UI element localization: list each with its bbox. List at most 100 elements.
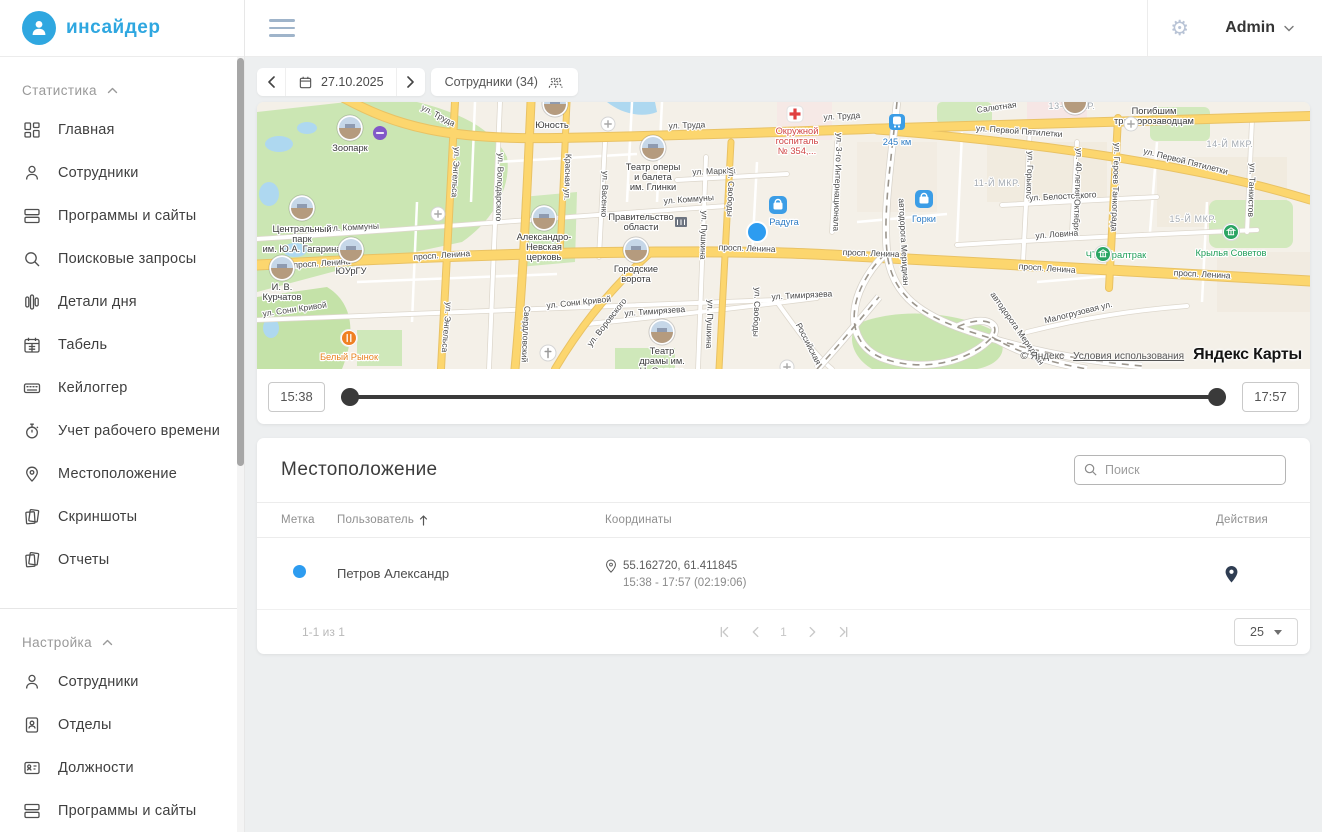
map-poi-plus[interactable] [431, 207, 445, 221]
last-page-button[interactable] [832, 620, 856, 644]
sidebar-item-label: Программы и сайты [58, 803, 196, 819]
badge-icon [22, 758, 42, 778]
next-day-button[interactable] [397, 68, 425, 96]
map-poi-photo[interactable] [649, 319, 675, 345]
map-poi-rail[interactable] [889, 114, 905, 130]
pagination-bar: 1-1 из 1 1 25 [257, 610, 1310, 654]
sidebar-section-header[interactable]: Статистика [0, 57, 244, 108]
sort-asc-icon [419, 515, 428, 526]
location-table-card: Местоположение Метка Пользователь Коорд [257, 438, 1310, 654]
map-poi-plus[interactable] [1124, 117, 1138, 131]
map-poi-mall[interactable] [915, 190, 933, 208]
date-navigator: 27.10.2025 [257, 68, 425, 96]
map-poi-church[interactable] [540, 345, 556, 361]
prev-page-button[interactable] [744, 620, 768, 644]
map-poi-photo[interactable] [531, 205, 557, 231]
user-menu[interactable]: Admin [1211, 0, 1322, 56]
chevron-up-icon [102, 639, 113, 646]
sidebar-item[interactable]: Детали дня [0, 280, 244, 323]
yandex-map-canvas[interactable]: ул. Трудаул. Трудаул. Трудаул. Первой Пя… [257, 102, 1310, 369]
map-label: Юность [535, 120, 569, 130]
map-poi-green[interactable] [1223, 224, 1240, 241]
time-end-input[interactable]: 17:57 [1242, 382, 1299, 412]
column-header-coordinates[interactable]: Координаты [605, 514, 1176, 526]
map-poi-mall[interactable] [769, 196, 787, 214]
next-page-button[interactable] [800, 620, 824, 644]
idcard-icon [22, 715, 42, 735]
brand-logo-icon [22, 11, 56, 45]
sidebar-scrollbar-thumb[interactable] [237, 58, 244, 466]
map-poi-plus[interactable] [601, 117, 615, 131]
show-on-map-button[interactable] [1224, 565, 1239, 583]
map[interactable]: ул. Трудаул. Трудаул. Трудаул. Первой Пя… [257, 102, 1310, 369]
map-terms-link[interactable]: Условия использования [1073, 351, 1184, 362]
content: 27.10.2025 Сотрудники (34) ул. Трудаул. … [245, 57, 1322, 832]
search-box [1074, 455, 1286, 485]
map-label: 11-Й МКР. [974, 177, 1020, 188]
sidebar-item-label: Местоположение [58, 466, 177, 482]
first-page-button[interactable] [712, 620, 736, 644]
date-display[interactable]: 27.10.2025 [285, 68, 397, 96]
yandex-maps-logo[interactable]: Яндекс Карты [1193, 346, 1302, 364]
sidebar-item[interactable]: Главная [0, 108, 244, 151]
time-range-slider[interactable] [341, 387, 1226, 407]
sidebar-item[interactable]: Сотрудники [0, 660, 244, 703]
map-label: 245 км [883, 137, 912, 147]
sidebar-item[interactable]: Табель [0, 323, 244, 366]
table-row[interactable]: Петров Александр55.162720, 61.41184515:3… [257, 538, 1310, 610]
map-poi-photo[interactable] [337, 115, 363, 141]
sidebar-item[interactable]: Должности [0, 746, 244, 789]
sidebar-section-label: Статистика [22, 83, 97, 98]
sidebar-section-label: Настройка [22, 635, 92, 650]
slider-handle-start[interactable] [341, 388, 359, 406]
sidebar-item-label: Детали дня [58, 294, 137, 310]
settings-gear-icon[interactable]: ⚙ [1170, 18, 1189, 39]
sidebar-item[interactable]: Учет рабочего времени [0, 409, 244, 452]
prev-day-button[interactable] [257, 68, 285, 96]
row-coordinates: 55.162720, 61.411845 [623, 560, 737, 572]
column-header-mark[interactable]: Метка [281, 514, 337, 526]
map-poi-plus[interactable] [780, 360, 794, 369]
map-poi-photo[interactable] [338, 237, 364, 263]
employees-filter-button[interactable]: Сотрудники (34) [431, 68, 578, 96]
calendar-icon [298, 75, 313, 90]
map-poi-photo[interactable] [640, 135, 666, 161]
map-poi-photo[interactable] [289, 195, 315, 221]
sidebar-section-header[interactable]: Настройка [0, 609, 244, 660]
slider-handle-end[interactable] [1208, 388, 1226, 406]
grid-icon [22, 120, 42, 140]
map-label: Окружнойгоспиталь№ 354,... [776, 126, 819, 156]
map-poi-market[interactable] [341, 330, 358, 347]
sidebar-item[interactable]: Сотрудники [0, 151, 244, 194]
page-title: Местоположение [281, 459, 437, 481]
map-label: Красная ул. [562, 154, 574, 201]
search-input[interactable] [1074, 455, 1286, 485]
map-poi-photo[interactable] [269, 255, 295, 281]
map-poi-gov[interactable] [675, 217, 687, 227]
sidebar-item[interactable]: Отделы [0, 703, 244, 746]
map-poi-hospital[interactable] [787, 106, 803, 122]
map-poi-metro[interactable] [373, 126, 387, 140]
sidebar-item[interactable]: Отчеты [0, 538, 244, 581]
employee-location-dot[interactable] [747, 222, 767, 242]
map-label: ул. Пушкина [704, 300, 716, 349]
sidebar-nav: СтатистикаГлавнаяСотрудникиПрограммы и с… [0, 57, 244, 832]
app: инсайдер СтатистикаГлавнаяСотрудникиПрог… [0, 0, 1322, 832]
sidebar-item[interactable]: Местоположение [0, 452, 244, 495]
sidebar-item[interactable]: Программы и сайты [0, 789, 244, 832]
sidebar-item-label: Отчеты [58, 552, 109, 568]
search-icon [22, 249, 42, 269]
map-poi-photo[interactable] [623, 237, 649, 263]
page-size-select[interactable]: 25 [1234, 618, 1298, 646]
sidebar-item[interactable]: Программы и сайты [0, 194, 244, 237]
sidebar-item[interactable]: Поисковые запросы [0, 237, 244, 280]
menu-toggle-button[interactable] [265, 15, 299, 41]
column-header-user[interactable]: Пользователь [337, 514, 605, 526]
logo[interactable]: инсайдер [0, 0, 244, 57]
sidebar-item[interactable]: Кейлоггер [0, 366, 244, 409]
map-poi-green[interactable] [1095, 246, 1112, 263]
time-start-input[interactable]: 15:38 [268, 382, 325, 412]
map-attribution: © Яндекс Условия использования Яндекс Ка… [1020, 346, 1302, 364]
slider-track[interactable] [341, 395, 1226, 399]
sidebar-item[interactable]: Скриншоты [0, 495, 244, 538]
